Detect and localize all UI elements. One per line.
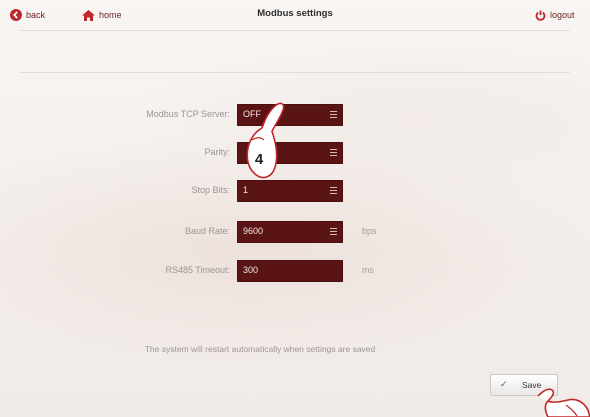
step-number: 4 [254, 151, 264, 168]
hand-pointer-icon [537, 388, 590, 417]
annotation-overlay [246, 102, 590, 417]
